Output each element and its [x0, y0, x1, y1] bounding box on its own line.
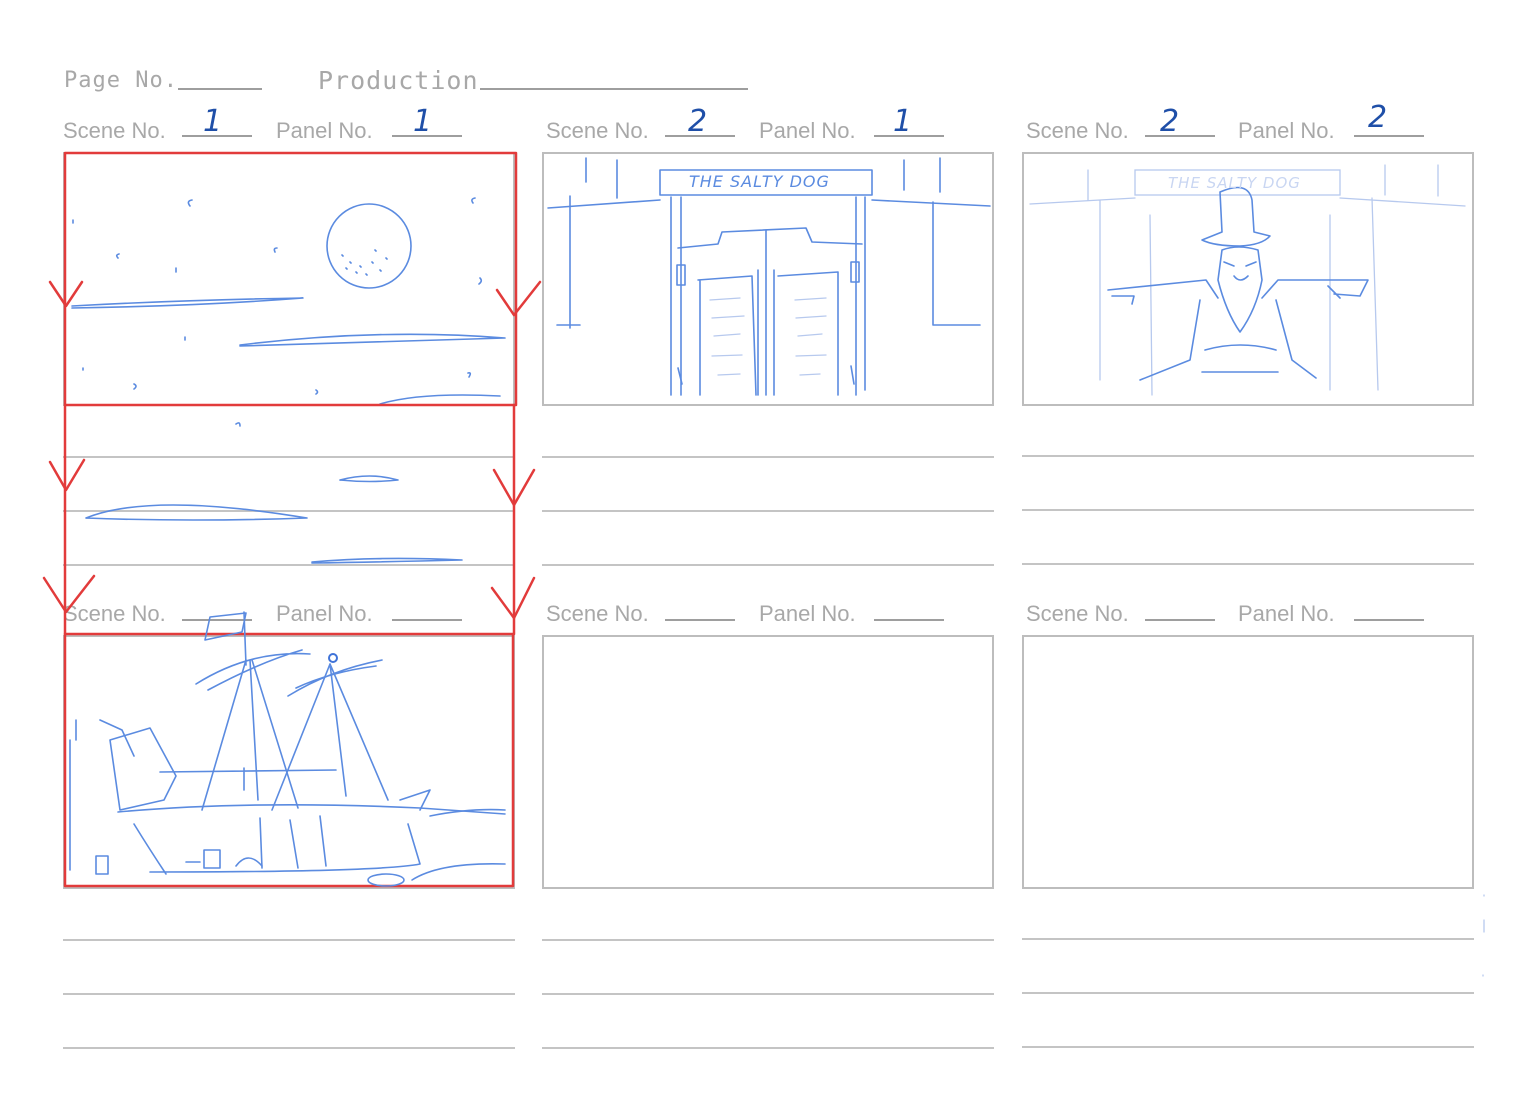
sign-text: THE SALTY DOG	[689, 172, 830, 191]
shipwreck-sketch	[69, 611, 506, 887]
night-sky-sketch	[71, 197, 506, 564]
sketch-layer	[42, 151, 1485, 977]
pirate-captain-sketch	[1029, 164, 1466, 396]
saloon-doors-sketch	[547, 157, 991, 396]
sign-text-faded: THE SALTY DOG	[1168, 174, 1301, 192]
